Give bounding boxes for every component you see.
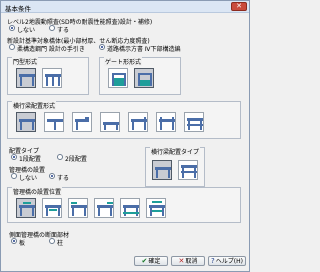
beam-tube-radio-yes[interactable] [49, 173, 55, 179]
haichi-option-1: 1段配置 [19, 156, 41, 163]
level-check-option-yes: する [57, 27, 70, 34]
dialog-window: 基本条件 ✕ レベル2地震動照査(SD時の耐震性能照査)設計・補修) しない す… [0, 0, 250, 272]
gate-type-group: ゲート形形式 [99, 57, 181, 95]
cross-icon: ✕ [178, 257, 185, 265]
beam-type-tile-2[interactable] [44, 112, 64, 132]
gate-type-tile-1[interactable] [108, 68, 128, 88]
beam-tube-pos-label: 管理橋の設置位置 [12, 187, 63, 196]
help-icon: ? [211, 257, 215, 265]
beam-tube-option-yes: する [57, 175, 70, 182]
haichi-option-2: 2段配置 [65, 156, 87, 163]
title-bar: 基本条件 ✕ [1, 1, 249, 13]
beam-type-group: 横行梁配置形式 [7, 101, 241, 139]
beam-tube-option-no: しない [19, 175, 38, 182]
seismic-radio-0[interactable] [9, 44, 15, 50]
level-check-radio-yes[interactable] [49, 25, 55, 31]
pier-type-tile-1[interactable] [16, 68, 36, 88]
help-label: ヘルプ(H) [215, 258, 243, 265]
cancel-button[interactable]: ✕取消 [171, 256, 205, 266]
side-member-option-plate: 板 [19, 240, 26, 247]
tube-pos-tile-3[interactable] [68, 198, 88, 218]
level-check-option-no: しない [17, 27, 36, 34]
beam-type-tile-7[interactable] [184, 112, 204, 132]
beam-type-tile-3[interactable] [72, 112, 92, 132]
beam-layout-tile-2[interactable] [178, 160, 198, 180]
beam-type-tile-1[interactable] [16, 112, 36, 132]
help-button[interactable]: ?ヘルプ(H) [208, 256, 246, 266]
gate-type-tile-2[interactable] [134, 68, 154, 88]
beam-layout-tile-1[interactable] [152, 160, 172, 180]
haichi-radio-2[interactable] [57, 154, 63, 160]
cancel-label: 取消 [185, 258, 198, 265]
pier-type-label: 門型形式 [12, 57, 39, 66]
tube-pos-tile-1[interactable] [16, 198, 36, 218]
side-member-radio-plate[interactable] [11, 238, 17, 244]
beam-layout-type-label: 横行梁配置タイプ [150, 147, 201, 156]
tube-pos-tile-4[interactable] [94, 198, 114, 218]
beam-type-tile-6[interactable] [156, 112, 176, 132]
ok-label: 確定 [148, 258, 161, 265]
haichi-radio-1[interactable] [11, 154, 17, 160]
seismic-option-0: 柔構造鋼門 設計の手引き [17, 46, 85, 53]
beam-tube-radio-no[interactable] [11, 173, 17, 179]
beam-layout-type-group: 横行梁配置タイプ [145, 147, 205, 187]
beam-tube-pos-group: 管理橋の設置位置 [7, 187, 241, 223]
beam-type-tile-5[interactable] [128, 112, 148, 132]
seismic-option-1: 道路橋示方書 Ⅳ下部構造編 [107, 46, 181, 53]
side-member-option-column: 柱 [57, 240, 64, 247]
tube-pos-tile-5[interactable] [120, 198, 140, 218]
side-member-radio-column[interactable] [49, 238, 55, 244]
close-button[interactable]: ✕ [231, 2, 247, 11]
seismic-radio-1[interactable] [99, 44, 105, 50]
ok-button[interactable]: ✔確定 [134, 256, 168, 266]
check-icon: ✔ [141, 257, 148, 265]
pier-type-group: 門型形式 [7, 57, 89, 95]
tube-pos-tile-2[interactable] [42, 198, 62, 218]
gate-type-label: ゲート形形式 [104, 57, 143, 66]
level-check-radio-no[interactable] [9, 25, 15, 31]
pier-type-tile-2[interactable] [42, 68, 62, 88]
window-title: 基本条件 [5, 5, 31, 13]
tube-pos-tile-6[interactable] [146, 198, 166, 218]
beam-type-label: 横行梁配置形式 [12, 101, 57, 110]
beam-type-tile-4[interactable] [100, 112, 120, 132]
